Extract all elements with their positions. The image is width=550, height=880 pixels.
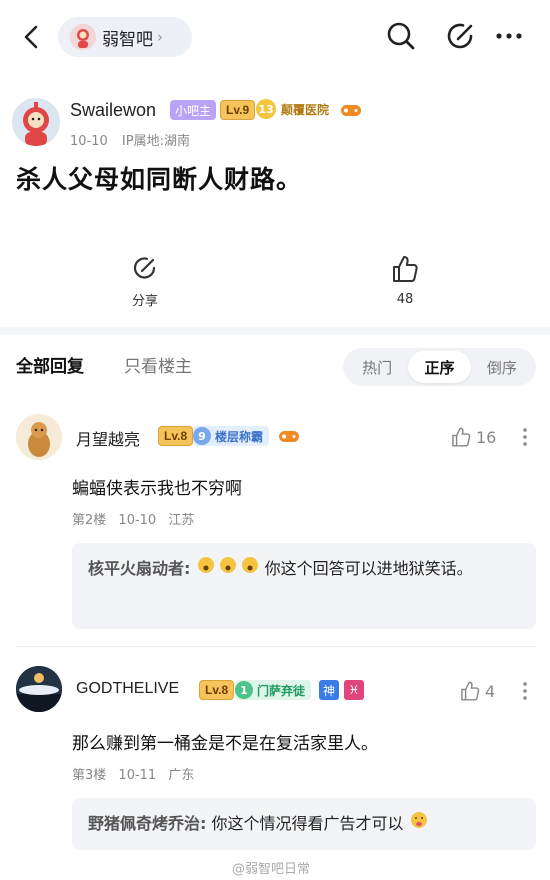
reply-content: 蝙蝠侠表示我也不穷啊 [72, 479, 242, 499]
chevron-right-icon: › [157, 28, 163, 46]
honor-badge: 13 颠覆医院 [256, 99, 334, 119]
sub-reply-author[interactable]: 野猪佩奇烤乔治: [88, 814, 206, 833]
search-icon[interactable] [385, 20, 417, 52]
sub-reply-text: 你这个回答可以进地狱笑话。 [264, 559, 473, 578]
pisces-tag-icon: ♓ [344, 680, 364, 700]
sub-reply-box[interactable]: 野猪佩奇烤乔治: 你这个情况得看广告才可以 [72, 798, 536, 850]
post-ip: IP属地:湖南 [121, 134, 190, 149]
post-title: 杀人父母如同断人财路。 [16, 165, 303, 194]
reply-content: 那么赚到第一桶金是不是在复活家里人。 [72, 734, 378, 754]
top-bar: 弱智吧 › [0, 0, 550, 76]
thumbs-up-icon [461, 681, 480, 701]
reply-like-count: 4 [485, 681, 496, 701]
sub-reply-text: 你这个情况得看广告才可以 [211, 814, 404, 833]
honor-badge: 1 门萨弃徒 [235, 680, 312, 700]
like-button[interactable]: 48 [365, 254, 445, 307]
more-menu-icon[interactable] [494, 20, 526, 52]
owner-badge: 小吧主 [170, 100, 217, 120]
reply-like-button[interactable]: 16 [450, 426, 496, 448]
sub-reply-author[interactable]: 核平火扇动者: [88, 559, 190, 578]
honor-level-icon: 13 [256, 99, 276, 119]
reply-avatar[interactable] [16, 414, 62, 460]
honor-level-icon: 1 [235, 681, 253, 699]
more-vertical-icon[interactable] [517, 681, 533, 701]
reply-avatar[interactable] [16, 666, 62, 712]
share-label: 分享 [131, 294, 158, 309]
honor-level-icon: 9 [193, 427, 211, 445]
forum-pill[interactable]: 弱智吧 › [58, 17, 192, 57]
level-badge: Lv.9 [220, 100, 256, 120]
forum-avatar-icon [70, 24, 96, 50]
author-avatar[interactable] [12, 98, 60, 146]
tongue-emoji-icon [409, 809, 429, 841]
reply-location: 广东 [168, 768, 195, 783]
share-icon [105, 254, 185, 286]
reply-date: 10-11 [118, 768, 157, 783]
reply-meta: 第2楼 10-10 江苏 [72, 509, 194, 528]
game-controller-icon [278, 426, 300, 446]
sub-reply-box[interactable]: 核平火扇动者: 你这个回答可以进地狱笑话。 [72, 543, 536, 629]
back-arrow-icon[interactable] [18, 22, 46, 52]
sort-segmented-control: 热门 正序 倒序 [343, 348, 536, 386]
reply-author[interactable]: GODTHELIVE [76, 680, 179, 698]
honor-title: 楼层称霸 [215, 429, 264, 444]
share-button[interactable]: 分享 [105, 254, 185, 309]
level-badge: Lv.8 [158, 426, 194, 446]
author-name[interactable]: Swailewon [70, 100, 156, 121]
sort-descending[interactable]: 倒序 [471, 351, 533, 383]
more-vertical-icon[interactable] [517, 427, 533, 447]
reply-date: 10-10 [118, 513, 157, 528]
reply-meta: 第3楼 10-11 广东 [72, 764, 194, 783]
game-controller-icon [340, 100, 362, 120]
share-edit-icon[interactable] [445, 20, 477, 52]
forum-name: 弱智吧 [102, 29, 153, 50]
honor-title: 颠覆医院 [281, 102, 330, 117]
reply-like-count: 16 [476, 427, 497, 447]
reply-author[interactable]: 月望越亮 [76, 426, 140, 450]
reply-like-button[interactable]: 4 [459, 680, 495, 702]
section-divider [0, 327, 550, 335]
sort-ascending[interactable]: 正序 [408, 351, 471, 383]
god-tag-icon: 神 [319, 680, 339, 700]
floor-number: 第3楼 [72, 768, 107, 783]
thumbs-up-icon [365, 254, 445, 288]
like-count: 48 [396, 292, 414, 307]
tab-op-only[interactable]: 只看楼主 [124, 352, 192, 377]
honor-badge: 9 楼层称霸 [193, 426, 270, 446]
tab-all-replies[interactable]: 全部回复 [16, 352, 84, 377]
sort-hot[interactable]: 热门 [346, 351, 408, 383]
level-badge: Lv.8 [199, 680, 235, 700]
watermark: @弱智吧日常 [232, 862, 311, 877]
honor-title: 门萨弃徒 [257, 683, 306, 698]
thumbs-up-icon [452, 427, 471, 447]
shocked-emoji-icon [196, 554, 260, 586]
reply-divider [16, 646, 536, 647]
post-meta: 10-10 IP属地:湖南 [70, 130, 190, 149]
post-date: 10-10 [70, 134, 108, 149]
floor-number: 第2楼 [72, 513, 107, 528]
reply-location: 江苏 [168, 513, 195, 528]
